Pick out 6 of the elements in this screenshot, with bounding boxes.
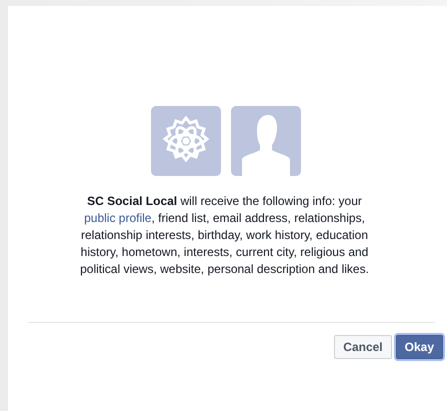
- okay-button[interactable]: Okay: [396, 335, 443, 359]
- cancel-button[interactable]: Cancel: [334, 335, 392, 359]
- permission-message: SC Social Local will receive the following info: your public profile, friend list, email address, relationships, relationship interests, birthday, work history, education history, hometown, interests, current city, religious and political views, website, personal description and likes.: [79, 193, 370, 278]
- atom-gear-icon: [150, 106, 220, 176]
- public-profile-link[interactable]: public profile: [84, 211, 152, 225]
- person-silhouette-icon: [230, 106, 300, 176]
